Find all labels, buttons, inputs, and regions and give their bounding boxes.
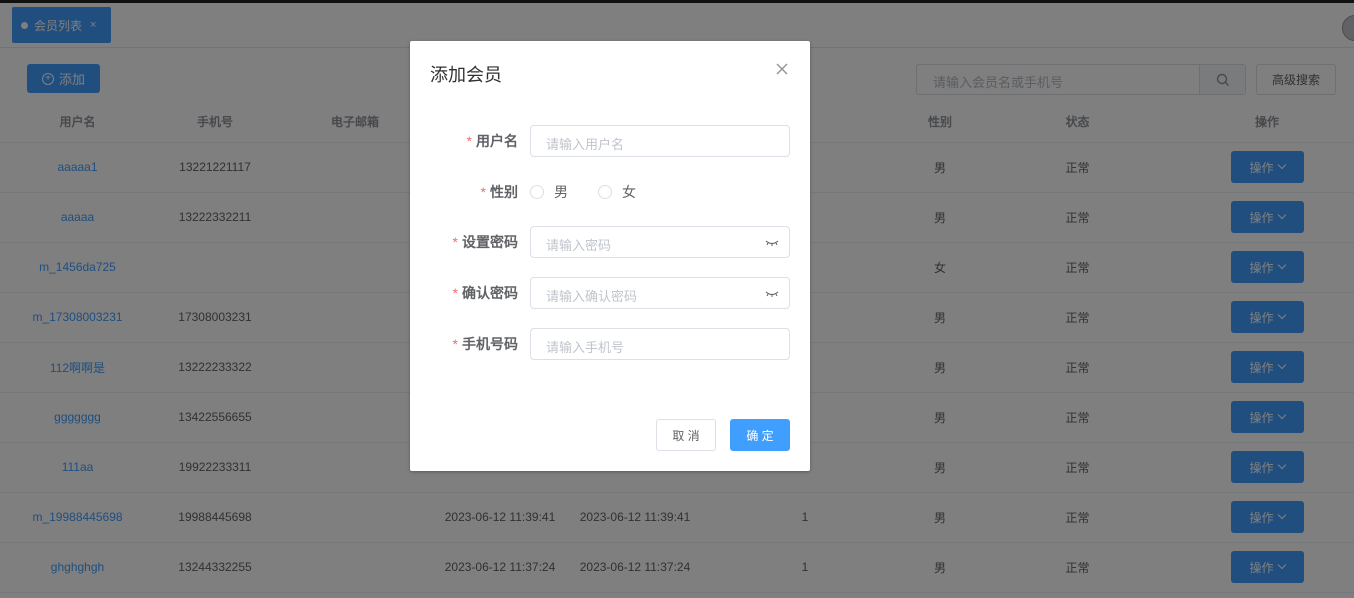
required-mark: * <box>480 184 486 200</box>
dialog-title: 添加会员 <box>430 65 502 85</box>
app-page: 会员列表 × + 添加 请输入会员名或手机号 高级搜索 用户名 手机号 电子邮箱 <box>0 0 1354 598</box>
radio-circle-icon <box>598 185 612 199</box>
gender-male-radio[interactable]: 男 <box>530 182 568 202</box>
eye-closed-icon[interactable] <box>765 237 779 247</box>
required-mark: * <box>466 133 472 149</box>
username-row: * 用户名 请输入用户名 <box>410 125 810 157</box>
confirm-password-placeholder: 请输入确认密码 <box>546 289 638 304</box>
close-icon[interactable] <box>774 61 790 77</box>
password-label: * 设置密码 <box>452 234 518 250</box>
required-mark: * <box>452 336 458 352</box>
confirm-password-row: * 确认密码 请输入确认密码 <box>410 277 810 309</box>
confirm-password-field[interactable]: 请输入确认密码 <box>530 277 790 309</box>
required-mark: * <box>452 234 458 250</box>
username-field[interactable]: 请输入用户名 <box>530 125 790 157</box>
cancel-button[interactable]: 取 消 <box>656 419 716 451</box>
password-row: * 设置密码 请输入密码 <box>410 226 810 258</box>
required-mark: * <box>452 285 458 301</box>
confirm-button[interactable]: 确 定 <box>730 419 790 451</box>
password-field[interactable]: 请输入密码 <box>530 226 790 258</box>
confirm-password-label: * 确认密码 <box>452 285 518 301</box>
eye-closed-icon[interactable] <box>765 288 779 298</box>
phone-row: * 手机号码 请输入手机号 <box>410 328 810 360</box>
password-placeholder: 请输入密码 <box>546 238 612 253</box>
gender-female-radio[interactable]: 女 <box>598 182 636 202</box>
gender-row: * 性别 男 女 <box>410 176 810 208</box>
phone-placeholder: 请输入手机号 <box>546 340 625 355</box>
phone-field[interactable]: 请输入手机号 <box>530 328 790 360</box>
username-label: * 用户名 <box>466 133 518 149</box>
gender-radio-group: 男 女 <box>530 176 666 208</box>
gender-label: * 性别 <box>480 184 518 200</box>
add-member-dialog: 添加会员 * 用户名 请输入用户名 * 性别 男 女 * 设置密码 请输入密码 * 确认… <box>410 41 810 471</box>
username-placeholder: 请输入用户名 <box>546 137 625 152</box>
phone-label: * 手机号码 <box>452 336 518 352</box>
radio-circle-icon <box>530 185 544 199</box>
